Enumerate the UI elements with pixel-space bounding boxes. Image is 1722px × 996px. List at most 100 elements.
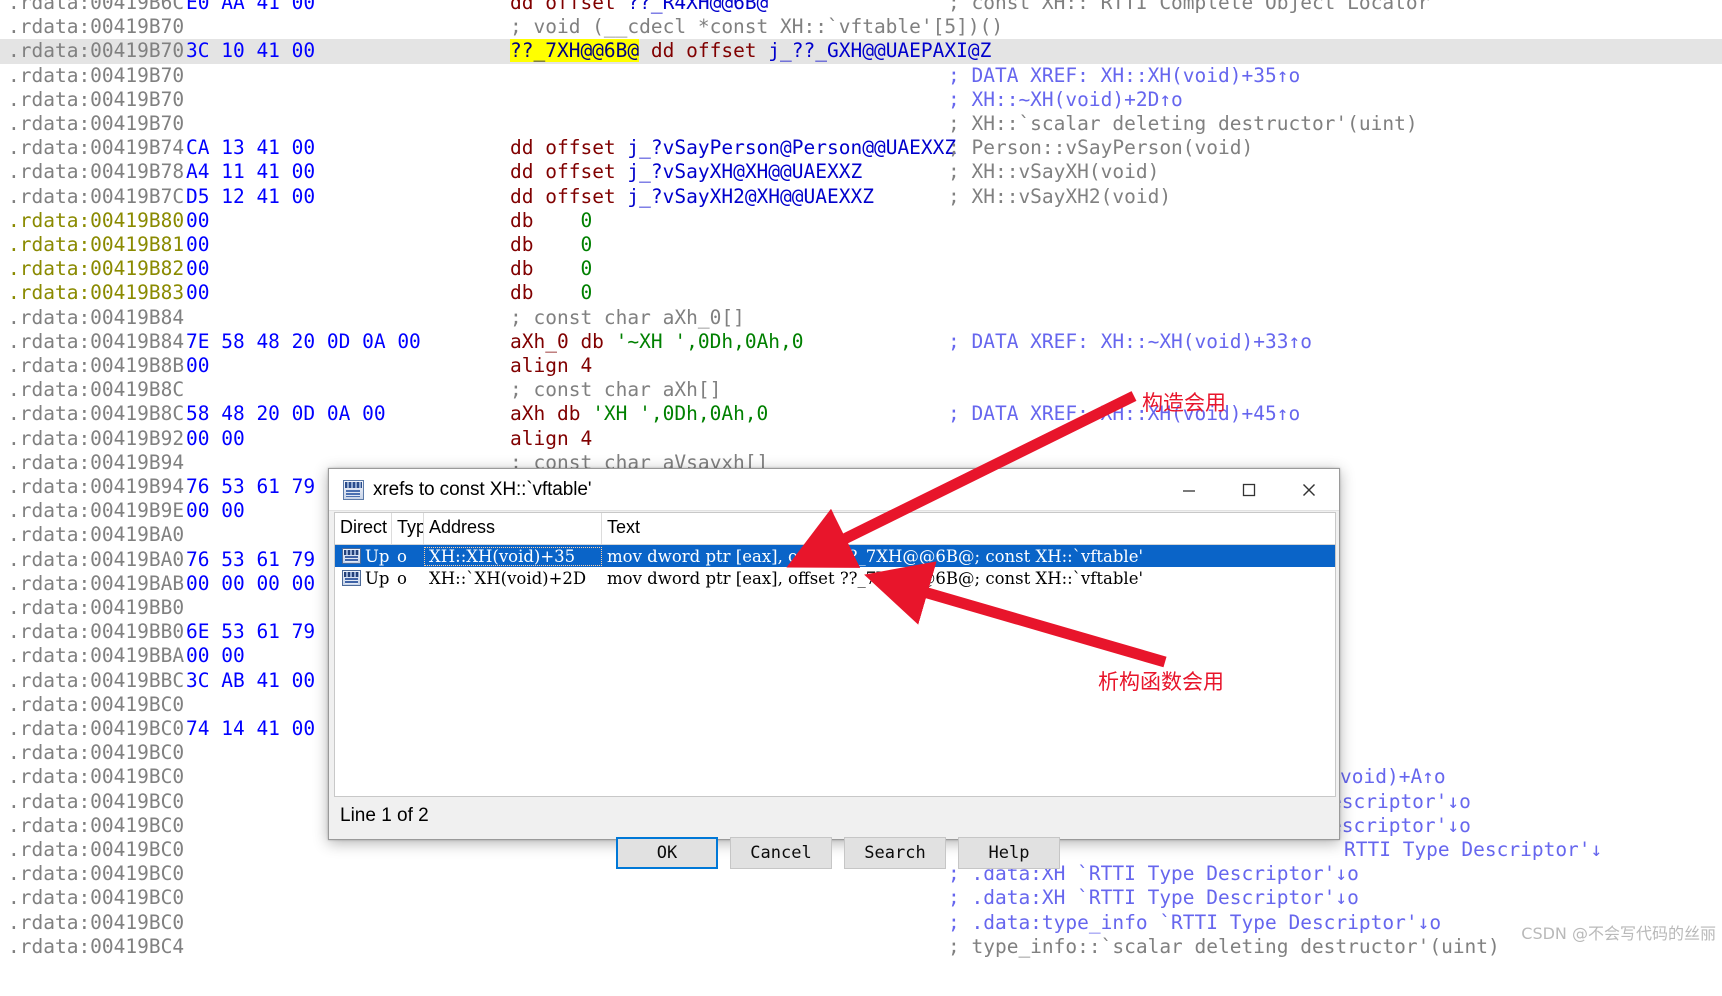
listing-line[interactable]: .rdata:00419B70 ; XH::~XH(void)+2D↑o [0,88,1722,112]
maximize-icon[interactable] [1219,469,1279,511]
line-instruction: ??_7XH@@6B@ dd offset j_??_GXH@@UAEPAXI@… [510,39,992,63]
line-address: .rdata:00419B70 [8,112,185,135]
listing-line[interactable]: .rdata:00419BC0 ; .data:XH `RTTI Type Des… [0,886,1722,910]
xrefs-dialog[interactable]: xrefs to const XH::`vftable' Direct Typ … [328,468,1340,869]
line-address: .rdata:00419B94 [8,475,185,498]
line-instruction: dd offset ??_R4XH@@6B@ [510,0,769,14]
close-icon[interactable] [1279,469,1339,511]
xrefs-table[interactable]: Direct Typ Address Text Up o XH::XH(void)+… [334,512,1336,797]
line-comment: escriptor'↓o [1330,813,1471,837]
dialog-title-bar[interactable]: xrefs to const XH::`vftable' [329,469,1339,511]
line-address: .rdata:00419BB0 [8,596,185,619]
line-hex-bytes: 00 [186,257,210,281]
listing-line[interactable]: .rdata:00419B70 3C 10 41 00 ??_7XH@@6B@ dd… [0,39,1722,64]
line-instruction: db 0 [510,281,593,305]
line-hex-bytes: 7E 58 48 20 0D 0A 00 [186,329,421,353]
line-address: .rdata:00419B94 [8,450,185,474]
line-address: .rdata:00419B70 [8,87,185,111]
listing-line[interactable]: .rdata:00419B8C ; const char aXh[] [0,378,1722,402]
line-address: .rdata:00419B82 [8,257,185,281]
cell-text: mov dword ptr [eax], offset ??_7XH@@6B@;… [607,546,1144,566]
line-hex-bytes: 00 00 [186,426,245,450]
listing-line[interactable]: .rdata:00419B8C 58 48 20 0D 0A 00 aXh db '… [0,402,1722,426]
line-hex-bytes: 3C AB 41 00 [186,668,316,692]
table-row[interactable]: Up o XH::XH(void)+35 mov dword ptr [eax], o… [335,545,1335,567]
line-address: .rdata:00419B8C [8,378,185,402]
line-address: .rdata:00419B83 [8,281,185,305]
line-hex-bytes: 76 53 61 79 5 [186,475,339,498]
line-address: .rdata:00419B8B [8,354,185,377]
listing-line[interactable]: .rdata:00419B70 ; XH::`scalar deleting de… [0,112,1722,136]
line-address: .rdata:00419B7C [8,184,185,208]
column-header-text[interactable]: Text [602,513,1335,544]
line-comment: ; const char aXh_0[] [510,305,745,329]
listing-line[interactable]: .rdata:00419B70 ; DATA XREF: XH::XH(void)… [0,64,1722,88]
listing-line[interactable]: .rdata:00419B74 CA 13 41 00 dd offset j_?v… [0,136,1722,160]
column-header-direct[interactable]: Direct [335,513,392,544]
listing-line[interactable]: .rdata:00419B82 00 db 0 [0,257,1722,281]
search-button[interactable]: Search [844,837,946,869]
dialog-title: xrefs to const XH::`vftable' [373,478,592,500]
line-address: .rdata:00419BC0 [8,789,185,813]
annotation-destructor: 析构函数会用 [1098,670,1224,694]
listing-line[interactable]: .rdata:00419B6C E0 AA 41 00 dd offset ??_R… [0,0,1722,15]
listing-line[interactable]: .rdata:00419B84 7E 58 48 20 0D 0A 00 aXh_0… [0,330,1722,354]
line-hex-bytes: D5 12 41 00 [186,184,316,208]
line-comment: ; Person::vSayPerson(void) [948,136,1254,160]
line-address: .rdata:00419B70 [8,63,185,87]
line-comment: escriptor'↓o [1330,789,1471,813]
line-comment: ; void (__cdecl *const XH::`vftable'[5])… [510,15,1004,39]
column-header-type[interactable]: Typ [392,513,424,544]
line-address: .rdata:00419BC0 [8,862,185,886]
line-address: .rdata:00419B80 [8,208,185,232]
cell-direct: Up [335,569,392,588]
line-comment: ; .data:type_info `RTTI Type Descriptor'… [948,910,1442,934]
column-header-address[interactable]: Address [424,513,602,544]
listing-line[interactable]: .rdata:00419B84 ; const char aXh_0[] [0,306,1722,330]
line-address: .rdata:00419BC0 [8,910,185,934]
table-header: Direct Typ Address Text [335,513,1335,545]
listing-line[interactable]: .rdata:00419B8B 00 align 4 [0,354,1722,378]
table-body: Up o XH::XH(void)+35 mov dword ptr [eax], o… [335,545,1335,589]
line-instruction: db 0 [510,233,593,256]
line-hex-bytes: 00 00 [186,644,245,668]
table-row[interactable]: Up o XH::`XH(void)+2D mov dword ptr [eax], … [335,567,1335,589]
watermark: CSDN @不会写代码的丝丽 [1521,924,1716,943]
help-button[interactable]: Help [958,837,1060,869]
line-comment: ; const XH::`RTTI Complete Object Locato… [948,0,1442,14]
status-label: Line 1 of 2 [340,805,429,826]
line-address: .rdata:00419BC0 [8,765,185,789]
line-address: .rdata:00419BBA [8,644,185,668]
line-address: .rdata:00419B6C [8,0,185,14]
line-instruction: align 4 [510,426,593,450]
listing-line[interactable]: .rdata:00419B70 ; void (__cdecl *const XH… [0,15,1722,39]
line-instruction: db 0 [510,208,593,232]
listing-line[interactable]: .rdata:00419BC0 ; .data:type_info `RTTI T… [0,911,1722,935]
line-instruction: aXh_0 db '~XH ',0Dh,0Ah,0 [510,329,804,353]
line-instruction: dd offset j_?vSayPerson@Person@@UAEXXZ [510,136,957,160]
listing-line[interactable]: .rdata:00419B83 00 db 0 [0,281,1722,305]
listing-line[interactable]: .rdata:00419B92 00 00 align 4 [0,427,1722,451]
line-comment: ; const char aXh[] [510,378,722,402]
line-address: .rdata:00419B84 [8,329,185,353]
line-hex-bytes: 76 53 61 79 5 [186,547,339,571]
line-hex-bytes: 00 [186,354,210,377]
cancel-button[interactable]: Cancel [730,837,832,869]
listing-line[interactable]: .rdata:00419B78 A4 11 41 00 dd offset j_?v… [0,160,1722,184]
cell-type: o [397,568,407,588]
listing-line[interactable]: .rdata:00419B7C D5 12 41 00 dd offset j_?v… [0,185,1722,209]
line-address: .rdata:00419BC0 [8,838,185,861]
line-comment: ; DATA XREF: XH::~XH(void)+33↑o [948,329,1312,353]
minimize-icon[interactable] [1159,469,1219,511]
line-address: .rdata:00419B8C [8,402,185,426]
cell-type: o [397,546,407,566]
listing-line[interactable]: .rdata:00419B81 00 db 0 [0,233,1722,257]
line-instruction: dd offset j_?vSayXH@XH@@UAEXXZ [510,160,863,184]
line-address: .rdata:00419BC0 [8,813,185,837]
ok-button[interactable]: OK [616,837,718,869]
listing-line[interactable]: .rdata:00419B80 00 db 0 [0,209,1722,233]
line-address: .rdata:00419BAB [8,571,185,595]
line-hex-bytes: A4 11 41 00 [186,160,316,184]
listing-line[interactable]: .rdata:00419BC4 ; type_info::`scalar dele… [0,935,1722,959]
xref-row-icon [342,548,361,564]
